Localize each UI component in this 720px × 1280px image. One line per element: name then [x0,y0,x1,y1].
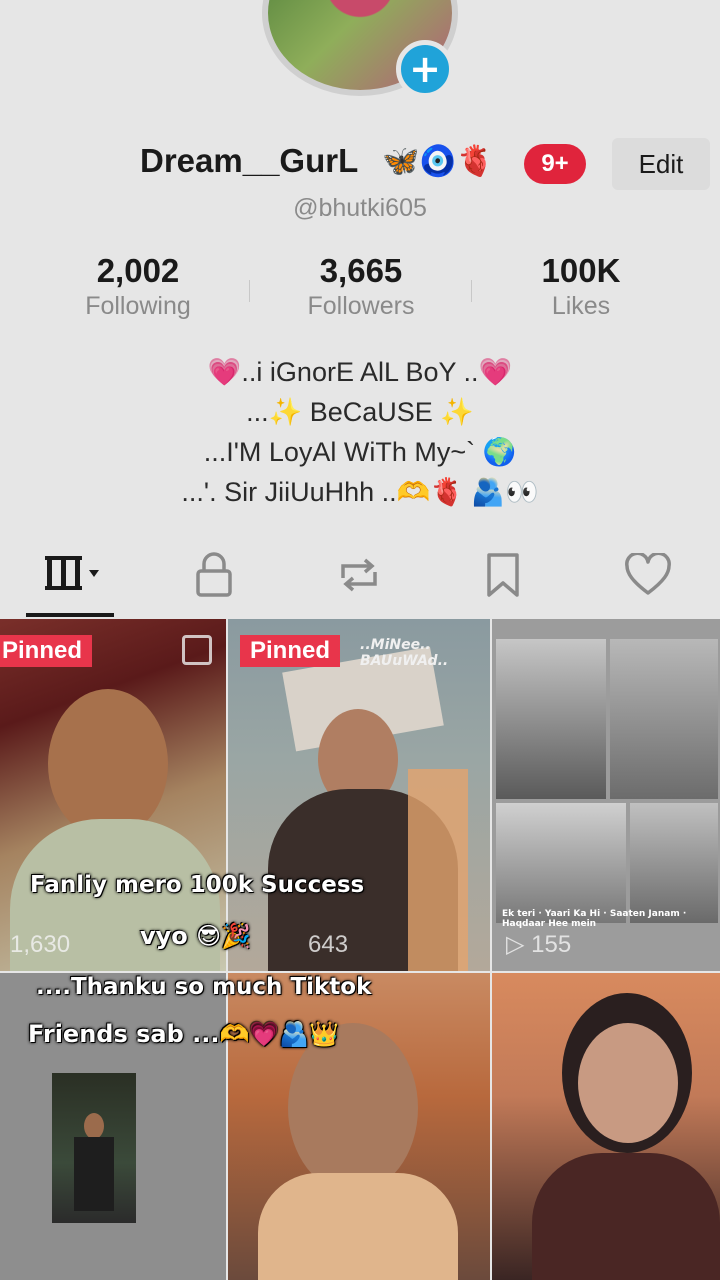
video-grid: Pinned 1,630 Pinned ..MiNee.. BAUuWAd.. … [0,619,720,1280]
username: @bhutki605 [293,194,427,222]
pinned-label: Pinned [0,635,93,667]
thumbnail-inset-photo [52,1073,136,1223]
thumbnail-collage-photo [610,639,718,799]
video-thumbnail[interactable]: Ek teri · Yaari Ka Hi · Saaten Janam · H… [492,619,720,971]
tab-videos[interactable] [14,540,134,610]
thumbnail-collage-photo [496,639,606,799]
thumbnail-figure [74,1137,114,1211]
bio-line: 💗..i iGnorE AlL BoY ..💗 [207,357,513,387]
tab-favorites[interactable] [443,540,563,610]
thumbnail-figure [288,1023,418,1193]
thumbnail-figure [258,1173,458,1280]
tab-private[interactable] [154,540,274,610]
thumbnail-figure [408,769,468,971]
view-count-with-play: ▷ 155 [506,930,571,959]
stat-label: Following [85,292,191,320]
stat-value: 2,002 [96,252,180,289]
profile-avatar-container[interactable]: + [262,0,458,98]
stat-divider [471,280,472,302]
thumbnail-figure [48,689,168,839]
thumbnail-figure [84,1113,104,1139]
caption-line: vyo 😎🎉 [140,922,252,950]
thumbnail-collage-photo [630,803,718,923]
thumbnail-overlay-text: Ek teri · Yaari Ka Hi · Saaten Janam · H… [502,909,687,929]
bio-line: ...I'M LoyAl WiTh My~` 🌍 [203,437,517,467]
repost-icon [341,558,377,592]
caption-line: Fanliy mero 100k Success [30,872,365,898]
pinned-label: Pinned [240,635,341,667]
stat-label: Followers [307,292,415,320]
profile-bio: 💗..i iGnorE AlL BoY ..💗 ...✨ BeCaUSE ✨ .… [0,352,720,512]
video-thumbnail[interactable]: Pinned 1,630 [0,619,226,971]
profile-name-row: Dream__GurL 🦋🧿🫀 9+ Edit [0,138,720,194]
plus-icon[interactable]: + [396,40,454,98]
view-count: 643 [308,931,349,958]
stat-label: Likes [551,292,611,320]
stat-value: 100K [541,252,621,289]
caption-line: ....Thanku so much Tiktok [36,974,372,1000]
stat-followers[interactable]: 3,665 Followers [261,252,461,321]
thumbnail-collage-photo [496,803,626,923]
heart-icon [625,553,671,595]
stat-following[interactable]: 2,002 Following [38,252,238,321]
display-name: Dream__GurL [140,142,359,179]
profile-stats: 2,002 Following 3,665 Followers 100K Lik… [0,252,720,332]
profile-tabs [0,540,720,618]
stat-likes[interactable]: 100K Likes [481,252,681,321]
stat-value: 3,665 [319,252,403,289]
tab-reposts[interactable] [299,540,419,610]
thumbnail-overlay-text: ..MiNee.. BAUuWAd.. [360,637,449,669]
caption-line: Friends sab ...🫶💗🫂👑 [28,1020,340,1048]
thumbnail-figure [578,1023,678,1143]
edit-profile-button[interactable]: Edit [612,138,710,190]
name-emojis: 🦋🧿🫀 [382,144,495,179]
bookmark-icon [487,553,519,597]
tab-liked[interactable] [588,540,708,610]
bio-line: ...'. Sir JiiUuHhh ..🫶🫀 🫂👀 [181,477,539,507]
view-count: 155 [531,931,572,958]
active-tab-indicator [26,613,114,617]
thumbnail-figure [532,1153,720,1280]
multi-photo-icon [182,635,212,665]
play-icon: ▷ [506,931,532,958]
video-thumbnail[interactable] [492,973,720,1280]
video-thumbnail[interactable]: Pinned ..MiNee.. BAUuWAd.. 643 [228,619,490,971]
grid-bars-icon [45,556,99,590]
stat-divider [249,280,250,302]
notification-badge[interactable]: 9+ [524,144,586,184]
view-count: 1,630 [10,931,71,958]
bio-line: ...✨ BeCaUSE ✨ [246,397,474,427]
lock-icon [196,552,232,597]
